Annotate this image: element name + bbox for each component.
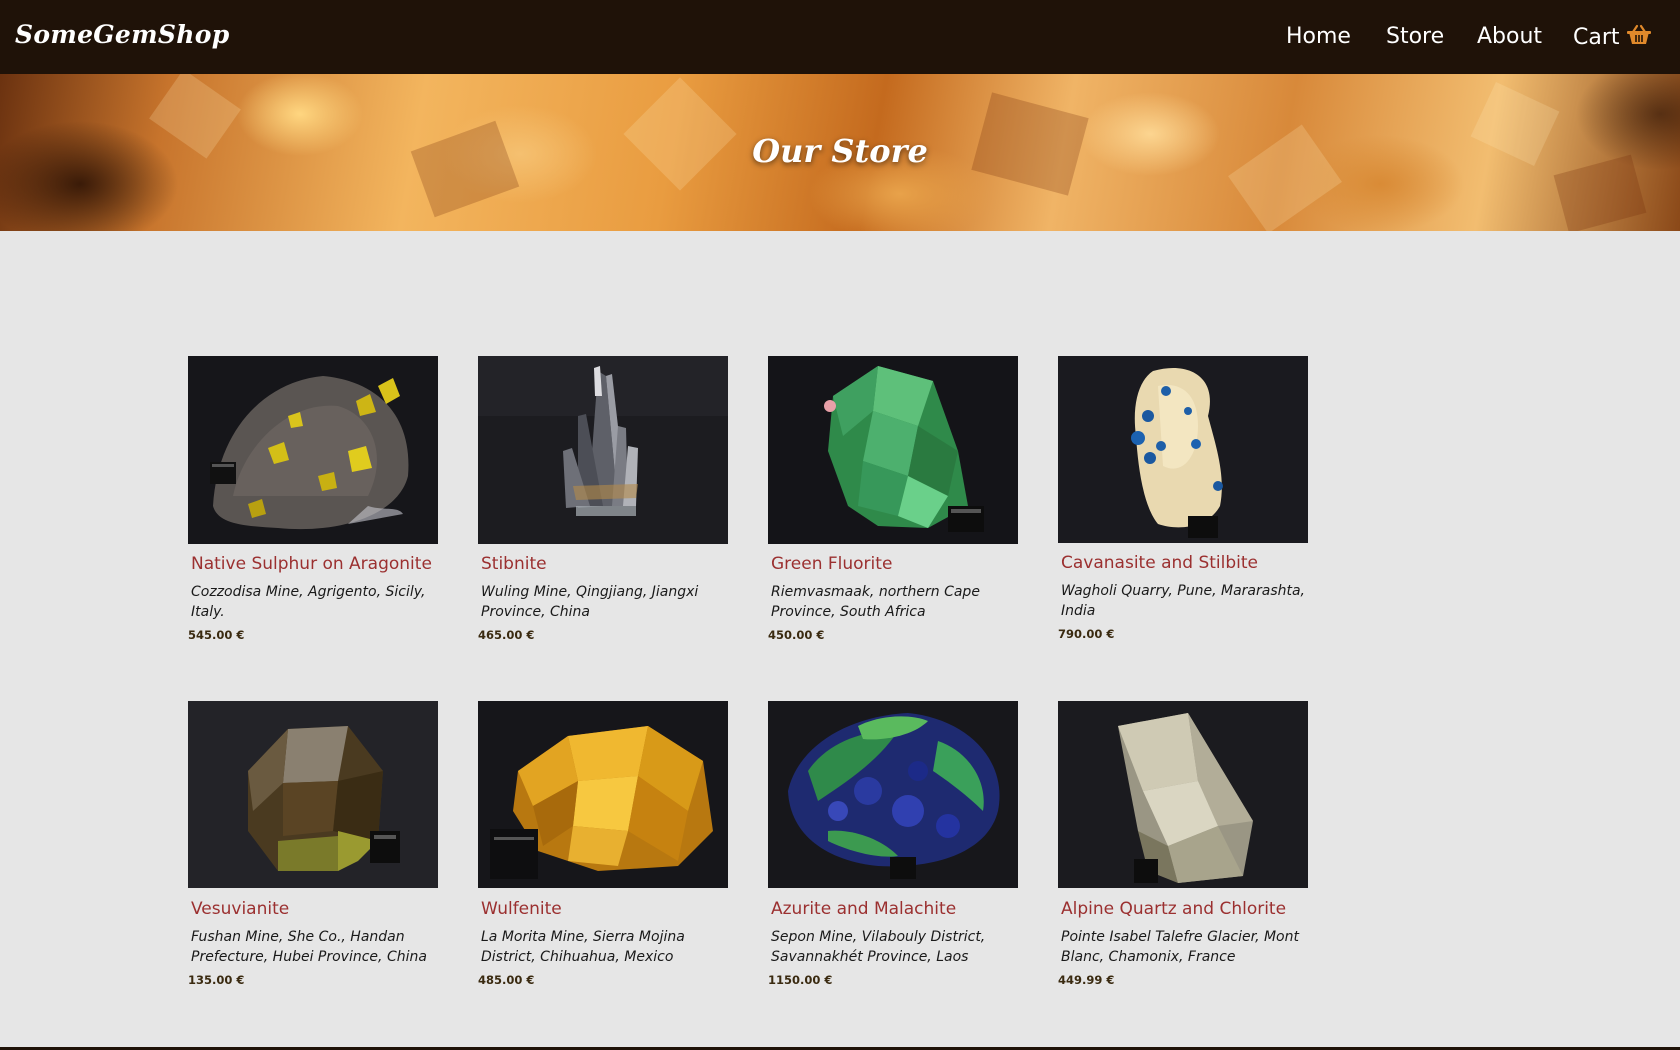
top-navbar: SomeGemShop Home Store About Cart	[0, 0, 1680, 74]
product-price: 449.99 €	[1058, 973, 1115, 987]
product-name[interactable]: Alpine Quartz and Chlorite	[1061, 899, 1286, 919]
nav-store-link[interactable]: Store	[1386, 24, 1444, 49]
green-fluorite-photo[interactable]	[768, 356, 1018, 544]
product-price: 450.00 €	[768, 628, 825, 642]
shopping-basket-icon	[1626, 24, 1652, 46]
native-sulphur-photo[interactable]	[188, 356, 438, 544]
nav-home-link[interactable]: Home	[1286, 24, 1351, 49]
product-price: 545.00 €	[188, 628, 245, 642]
product-price: 1150.00 €	[768, 973, 833, 987]
vesuvianite-photo[interactable]	[188, 701, 438, 889]
product-name[interactable]: Stibnite	[481, 554, 547, 574]
product-location: Riemvasmaak, northern Cape Province, Sou…	[771, 584, 980, 620]
product-location: Cozzodisa Mine, Agrigento, Sicily, Italy…	[191, 584, 426, 620]
product-location: La Morita Mine, Sierra Mojina District, …	[481, 929, 685, 965]
product-price: 135.00 €	[188, 973, 245, 987]
product-name[interactable]: Green Fluorite	[771, 554, 892, 574]
azurite-malachite-photo[interactable]	[768, 701, 1018, 889]
product-price: 485.00 €	[478, 973, 535, 987]
product-name[interactable]: Wulfenite	[481, 899, 562, 919]
nav-about-link[interactable]: About	[1477, 24, 1542, 49]
product-name[interactable]: Cavanasite and Stilbite	[1061, 553, 1258, 573]
product-name[interactable]: Vesuvianite	[191, 899, 289, 919]
product-location: Wagholi Quarry, Pune, Mararashta, India	[1061, 583, 1306, 619]
product-location: Wuling Mine, Qingjiang, Jiangxi Province…	[481, 584, 699, 620]
product-location: Pointe Isabel Talefre Glacier, Mont Blan…	[1061, 929, 1299, 965]
product-name[interactable]: Native Sulphur on Aragonite	[191, 554, 432, 574]
nav-cart-link[interactable]: Cart	[1573, 24, 1652, 50]
product-price: 790.00 €	[1058, 627, 1115, 641]
store-hero-banner: Our Store	[0, 74, 1680, 231]
nav-cart-label: Cart	[1573, 25, 1620, 50]
site-logo-link[interactable]: SomeGemShop	[15, 20, 229, 49]
product-location: Sepon Mine, Vilabouly District, Savannak…	[771, 929, 986, 965]
product-name[interactable]: Azurite and Malachite	[771, 899, 956, 919]
stibnite-photo[interactable]	[478, 356, 728, 544]
alpine-quartz-photo[interactable]	[1058, 701, 1308, 889]
cavansite-stilbite-photo[interactable]	[1058, 356, 1308, 544]
product-location: Fushan Mine, She Co., Handan Prefecture,…	[191, 929, 427, 965]
product-price: 465.00 €	[478, 628, 535, 642]
page-title: Our Store	[752, 132, 928, 170]
wulfenite-photo[interactable]	[478, 701, 728, 889]
